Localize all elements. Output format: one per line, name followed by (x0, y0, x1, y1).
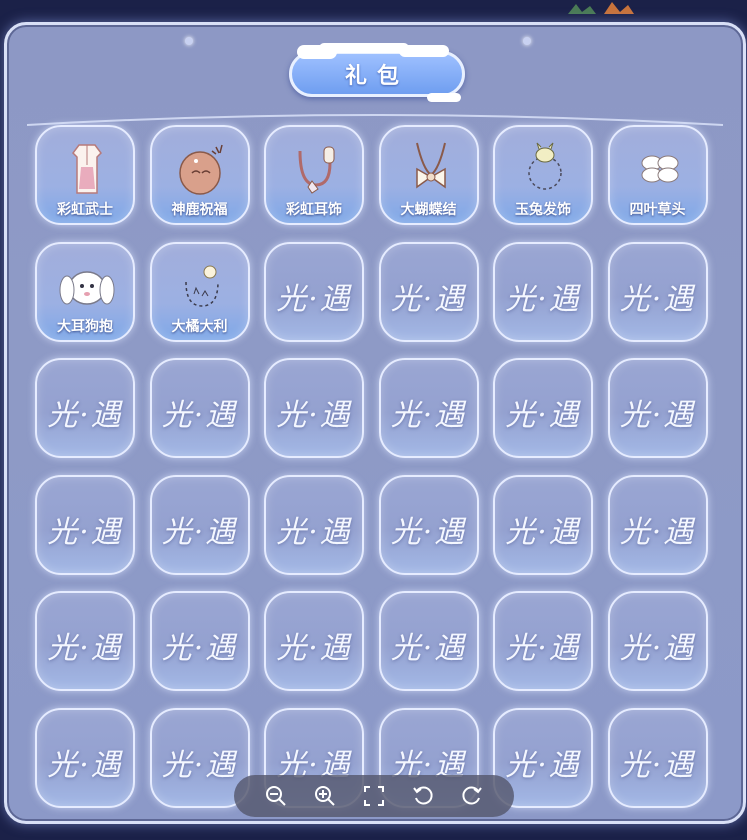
gift-pack-panel: 礼包 彩虹武士 神鹿祝福 彩虹耳饰 大蝴蝶结 玉兔发饰 四叶草头 大耳狗抱 大橘大利 光·遇 光·… (4, 22, 746, 824)
sky-logo: 光·遇 (161, 398, 238, 433)
snow-cap (319, 43, 409, 53)
image-viewer-toolbar (234, 775, 514, 817)
item-slot[interactable]: 玉兔发饰 (493, 125, 593, 225)
rotate-right-icon (461, 786, 482, 805)
item-slot[interactable]: 彩虹武士 (35, 125, 135, 225)
sky-logo: 光·遇 (161, 747, 238, 783)
sky-logo: 光·遇 (161, 631, 238, 666)
empty-slot[interactable]: 光·遇 (35, 358, 135, 458)
item-label: 四叶草头 (629, 202, 686, 218)
item-slot[interactable]: 神鹿祝福 (149, 125, 250, 225)
empty-slot[interactable]: 光·遇 (607, 707, 708, 808)
snow-cap (399, 45, 449, 57)
sky-logo: 光·遇 (619, 398, 696, 433)
item-label: 玉兔发饰 (515, 202, 571, 218)
zoom-in-button[interactable] (311, 782, 339, 810)
rotate-left-button[interactable] (409, 782, 437, 810)
rotate-right-button[interactable] (458, 782, 486, 810)
sky-logo: 光·遇 (505, 747, 581, 783)
sky-logo: 光·遇 (505, 281, 581, 317)
empty-slot[interactable]: 光·遇 (264, 591, 364, 691)
deer-mask-icon (172, 139, 232, 197)
empty-slot[interactable]: 光·遇 (35, 591, 135, 691)
empty-slot[interactable]: 光·遇 (493, 358, 593, 458)
earring-icon (286, 139, 346, 197)
sky-logo: 光·遇 (619, 514, 696, 550)
bow-necklace-icon (401, 139, 461, 197)
sky-logo: 光·遇 (276, 514, 352, 550)
item-label: 大耳狗抱 (57, 318, 113, 335)
fullscreen-button[interactable] (360, 782, 388, 810)
sky-logo: 光·遇 (276, 398, 352, 433)
rabbit-hairpin-icon (515, 139, 575, 197)
pin-decoration (185, 37, 193, 45)
rotate-left-icon (412, 786, 433, 805)
sky-logo: 光·遇 (505, 514, 581, 550)
zoom-out-button[interactable] (262, 782, 290, 810)
snow-cap (427, 93, 461, 102)
item-slot[interactable]: 大橘大利 (149, 241, 250, 342)
pin-decoration (523, 37, 531, 45)
item-label: 大蝴蝶结 (400, 202, 457, 218)
item-grid: 彩虹武士 神鹿祝福 彩虹耳饰 大蝴蝶结 玉兔发饰 四叶草头 大耳狗抱 大橘大利 光·遇 光·遇 光·… (35, 125, 708, 808)
empty-slot[interactable]: 光·遇 (35, 707, 135, 808)
sky-logo: 光·遇 (390, 281, 467, 317)
empty-slot[interactable]: 光·遇 (35, 474, 135, 575)
sky-logo: 光·遇 (619, 281, 696, 317)
sky-logo: 光·遇 (276, 281, 352, 317)
empty-slot[interactable]: 光·遇 (264, 358, 364, 458)
sky-logo: 光·遇 (505, 398, 581, 433)
sky-logo: 光·遇 (47, 398, 123, 433)
item-slot[interactable]: 彩虹耳饰 (264, 125, 364, 225)
empty-slot[interactable]: 光·遇 (493, 591, 593, 691)
empty-slot[interactable]: 光·遇 (149, 358, 250, 458)
item-label: 彩虹耳饰 (286, 202, 342, 218)
empty-slot[interactable]: 光·遇 (149, 591, 250, 691)
sky-logo: 光·遇 (390, 398, 467, 433)
clover-icon (630, 139, 690, 197)
item-label: 大橘大利 (171, 318, 228, 335)
sky-logo: 光·遇 (505, 631, 581, 666)
empty-slot[interactable]: 光·遇 (378, 474, 479, 575)
item-slot[interactable]: 四叶草头 (607, 125, 708, 225)
orange-charm-icon (172, 256, 232, 314)
panel-title: 礼包 (344, 64, 409, 89)
item-slot[interactable]: 大蝴蝶结 (378, 125, 479, 225)
sky-logo: 光·遇 (276, 631, 352, 666)
empty-slot[interactable]: 光·遇 (493, 241, 593, 342)
empty-slot[interactable]: 光·遇 (264, 474, 364, 575)
sky-logo: 光·遇 (47, 631, 123, 666)
sky-logo: 光·遇 (619, 631, 696, 666)
puppy-icon (57, 256, 117, 314)
sky-logo: 光·遇 (161, 514, 238, 550)
empty-slot[interactable]: 光·遇 (607, 358, 708, 458)
empty-slot[interactable]: 光·遇 (607, 474, 708, 575)
empty-slot[interactable]: 光·遇 (607, 241, 708, 342)
zoom-in-icon (315, 786, 335, 806)
empty-slot[interactable]: 光·遇 (378, 591, 479, 691)
empty-slot[interactable]: 光·遇 (378, 241, 479, 342)
empty-slot[interactable]: 光·遇 (264, 241, 364, 342)
sky-logo: 光·遇 (47, 514, 123, 550)
empty-slot[interactable]: 光·遇 (149, 474, 250, 575)
item-label: 神鹿祝福 (171, 202, 228, 218)
decoration-figures (568, 2, 634, 14)
item-slot[interactable]: 大耳狗抱 (35, 241, 135, 342)
sky-logo: 光·遇 (390, 631, 467, 666)
sky-logo: 光·遇 (619, 747, 696, 783)
empty-slot[interactable]: 光·遇 (378, 358, 479, 458)
sky-logo: 光·遇 (390, 514, 467, 550)
title-banner: 礼包 (289, 43, 465, 102)
empty-slot[interactable]: 光·遇 (493, 474, 593, 575)
zoom-out-icon (266, 786, 287, 806)
fullscreen-icon (363, 786, 384, 806)
robe-icon (57, 139, 117, 197)
empty-slot[interactable]: 光·遇 (607, 591, 708, 691)
item-label: 彩虹武士 (57, 202, 113, 218)
sky-logo: 光·遇 (47, 747, 123, 783)
